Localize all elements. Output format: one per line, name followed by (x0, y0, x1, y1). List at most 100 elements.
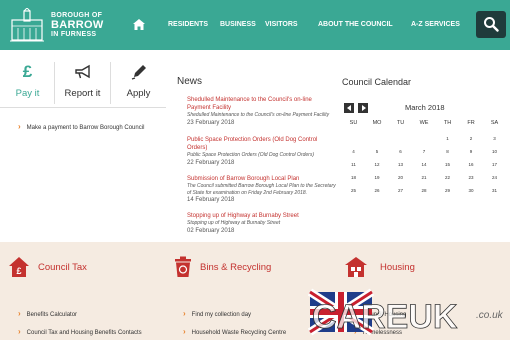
category-link-text: Find my collection day (191, 312, 252, 318)
quick-actions: £ Pay it Report it Apply (0, 58, 166, 108)
svg-text:£: £ (16, 266, 21, 276)
calendar-day[interactable]: 30 (460, 188, 483, 193)
calendar-day[interactable]: 11 (342, 162, 365, 167)
calendar-day[interactable]: 27 (389, 188, 412, 193)
watermark-graphic: CAREUK .co.uk (307, 288, 504, 336)
calendar-day[interactable]: 24 (483, 175, 506, 180)
category-housing[interactable]: Housing (344, 256, 494, 286)
calendar-day[interactable]: 29 (436, 188, 459, 193)
logo-line3: IN FURNESS (51, 31, 97, 38)
watermark-domain: .co.uk (476, 310, 504, 321)
news-date: 22 February 2018 (187, 159, 235, 166)
calendar-day[interactable]: 23 (460, 175, 483, 180)
logo-text: BOROUGH OF BARROW IN FURNESS (51, 12, 104, 39)
calendar-day[interactable]: 7 (413, 149, 436, 154)
calendar-day[interactable]: 3 (483, 136, 506, 141)
payment-link-text: Make a payment to Barrow Borough Council (26, 125, 145, 131)
search-icon (484, 17, 499, 32)
megaphone-icon (74, 64, 90, 79)
watermark-logo: CAREUK .co.uk (307, 288, 508, 338)
category-link[interactable]: › Council Tax and Housing Benefits Contac… (18, 327, 142, 336)
search-button[interactable] (476, 11, 506, 38)
news-description: Shedulled Maintenance to the Council's o… (187, 112, 330, 118)
chevron-right-icon: › (18, 327, 21, 336)
category-link-text: Household Waste Recycling Centre (191, 330, 287, 336)
recycling-bin-icon (175, 256, 191, 277)
calendar-day[interactable]: 17 (483, 162, 506, 167)
calendar-day[interactable]: 31 (483, 188, 506, 193)
calendar-day[interactable]: 13 (389, 162, 412, 167)
apply-button[interactable]: Apply (111, 58, 166, 108)
calendar-weekday: SU (349, 120, 358, 126)
calendar-day[interactable]: 19 (366, 175, 389, 180)
report-it-label: Report it (64, 88, 101, 99)
housing-icon (345, 257, 367, 277)
nav-a-z-services[interactable]: A-Z SERVICES (411, 21, 460, 28)
news-item[interactable]: Submission of Barrow Borough Local Plan … (187, 175, 337, 204)
calendar-day[interactable]: 9 (460, 149, 483, 154)
calendar-day[interactable]: 28 (413, 188, 436, 193)
pound-icon: £ (22, 62, 33, 81)
pay-it-label: Pay it (15, 88, 40, 99)
category-link-text: Council Tax and Housing Benefits Contact… (26, 330, 142, 336)
report-it-button[interactable]: Report it (55, 58, 110, 108)
nav-residents[interactable]: RESIDENTS (168, 21, 208, 28)
calendar-prev-button[interactable] (344, 103, 354, 113)
news-headline[interactable]: Submission of Barrow Borough Local Plan (187, 175, 337, 183)
calendar-day[interactable]: 12 (366, 162, 389, 167)
calendar-day[interactable]: 1 (436, 136, 459, 141)
nav-business[interactable]: BUSINESS (220, 21, 256, 28)
calendar-day[interactable]: 18 (342, 175, 365, 180)
news-headline[interactable]: Public Space Protection Orders (Old Dog … (187, 136, 337, 152)
site-header: BOROUGH OF BARROW IN FURNESS RESIDENTS B… (0, 0, 510, 50)
chevron-right-icon: › (18, 122, 21, 131)
calendar-weekday: FR (467, 120, 475, 126)
category-council-tax[interactable]: £ Council Tax (8, 256, 158, 286)
calendar-day[interactable]: 5 (366, 149, 389, 154)
nav-visitors[interactable]: VISITORS (265, 21, 298, 28)
category-bins-recycling[interactable]: Bins & Recycling (173, 256, 323, 286)
calendar-next-button[interactable] (358, 103, 368, 113)
house-pound-icon: £ (9, 257, 29, 277)
watermark-text: CAREUK (312, 298, 458, 336)
category-title: Housing (380, 262, 415, 273)
nav-about-the-council[interactable]: ABOUT THE COUNCIL (318, 21, 393, 28)
calendar-day[interactable]: 6 (389, 149, 412, 154)
payment-link[interactable]: › Make a payment to Barrow Borough Counci… (18, 122, 144, 131)
calendar-day[interactable]: 26 (366, 188, 389, 193)
pay-it-button[interactable]: £ Pay it (0, 58, 55, 108)
calendar-day[interactable]: 15 (436, 162, 459, 167)
category-title: Bins & Recycling (200, 262, 272, 273)
category-link[interactable]: › Benefits Calculator (18, 309, 77, 318)
calendar-day[interactable]: 20 (389, 175, 412, 180)
home-icon[interactable] (133, 19, 145, 30)
category-link-text: Benefits Calculator (26, 312, 78, 318)
calendar-weekday: TH (443, 120, 452, 126)
news-headline[interactable]: Stopping up of Highway at Burnaby Street (187, 212, 337, 220)
news-date: 02 February 2018 (187, 227, 235, 234)
calendar-day[interactable]: 10 (483, 149, 506, 154)
logo-line2: BARROW (51, 19, 104, 31)
calendar-day[interactable]: 16 (460, 162, 483, 167)
calendar-day[interactable]: 25 (342, 188, 365, 193)
calendar-day[interactable]: 8 (436, 149, 459, 154)
calendar-day[interactable]: 14 (413, 162, 436, 167)
category-link[interactable]: › Household Waste Recycling Centre (183, 327, 286, 336)
apply-label: Apply (126, 88, 151, 99)
calendar-weekday: WE (419, 120, 429, 126)
pen-icon (131, 65, 146, 80)
calendar-weekday: SA (490, 120, 499, 126)
news-item[interactable]: Shedulled Maintenance to the Council's o… (187, 96, 337, 127)
calendar-day[interactable]: 21 (413, 175, 436, 180)
news-item[interactable]: Public Space Protection Orders (Old Dog … (187, 136, 337, 167)
calendar-day[interactable]: 22 (436, 175, 459, 180)
calendar-day[interactable]: 4 (342, 149, 365, 154)
news-item[interactable]: Stopping up of Highway at Burnaby Street… (187, 212, 337, 235)
news-headline[interactable]: Shedulled Maintenance to the Council's o… (187, 96, 337, 112)
chevron-right-icon: › (183, 309, 186, 318)
chevron-right-icon: › (18, 309, 21, 318)
council-logo[interactable]: BOROUGH OF BARROW IN FURNESS (8, 8, 123, 44)
calendar-day[interactable]: 2 (460, 136, 483, 141)
category-link[interactable]: › Find my collection day (183, 309, 251, 318)
category-title: Council Tax (38, 262, 87, 273)
